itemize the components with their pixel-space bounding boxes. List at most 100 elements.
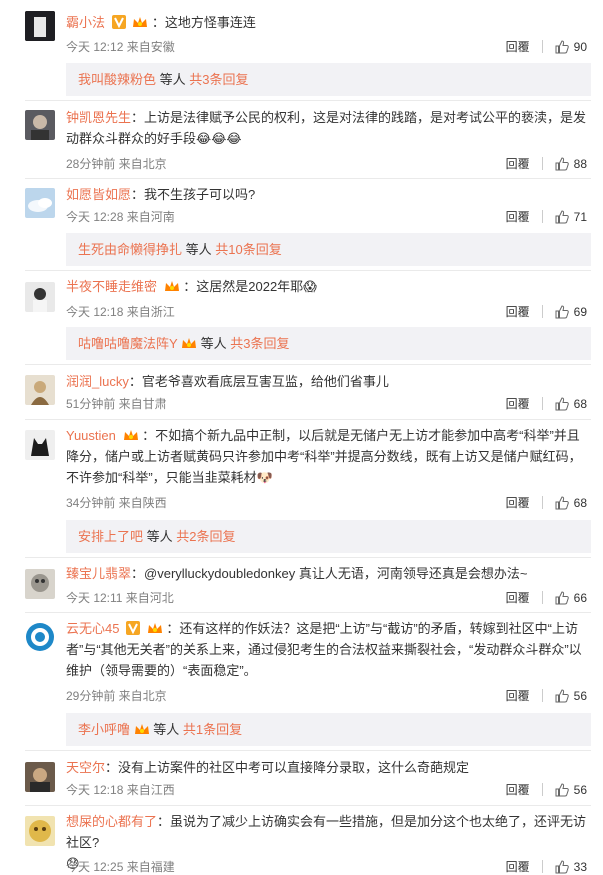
reply-button[interactable]: 回覆 xyxy=(506,858,530,875)
like-button[interactable]: 56 xyxy=(555,689,587,703)
reply-button[interactable]: 回覆 xyxy=(506,494,530,511)
reply-count[interactable]: 共1条回复 xyxy=(183,722,242,737)
username[interactable]: 钟凯恩先生 xyxy=(66,110,131,125)
avatar[interactable] xyxy=(25,762,55,792)
like-count: 71 xyxy=(573,209,587,224)
vip-crown-icon xyxy=(182,338,197,348)
username[interactable]: 霸小法 xyxy=(66,15,105,30)
divider xyxy=(25,270,591,271)
vip-crown-icon xyxy=(164,281,179,291)
username[interactable]: Yuustien xyxy=(66,428,116,443)
comment-text: ：还有这样的作妖法？这是把“上访”与“截访”的矛盾，转嫁到社区中“上访者”与“其… xyxy=(66,621,582,678)
reply-count[interactable]: 共3条回复 xyxy=(189,72,248,87)
reply-suffix: 等人 xyxy=(149,722,183,737)
like-count: 88 xyxy=(573,156,587,171)
avatar[interactable] xyxy=(25,110,55,140)
avatar[interactable] xyxy=(25,11,55,41)
reply-button[interactable]: 回覆 xyxy=(506,208,530,225)
divider xyxy=(25,419,591,420)
comment-text: ：这居然是2022年耶 xyxy=(183,279,304,294)
vip-crown-icon xyxy=(134,724,149,734)
avatar[interactable] xyxy=(25,816,55,846)
like-button[interactable]: 68 xyxy=(555,496,587,510)
avatar[interactable] xyxy=(25,430,55,460)
like-button[interactable]: 56 xyxy=(555,783,587,797)
comment-meta: 今天 12:25 来自福建 xyxy=(66,860,175,874)
comment-meta: 29分钟前 来自北京 xyxy=(66,689,167,703)
reply-count[interactable]: 共10条回复 xyxy=(215,242,281,257)
reply-summary[interactable]: 李小呼噜 等人 共1条回复 xyxy=(66,713,591,746)
like-count: 56 xyxy=(573,782,587,797)
reply-summary[interactable]: 安排上了吧 等人 共2条回复 xyxy=(66,520,591,553)
reply-button[interactable]: 回覆 xyxy=(506,589,530,606)
username[interactable]: 臻宝儿翡翠 xyxy=(66,566,131,581)
reply-suffix: 等人 xyxy=(197,336,231,351)
comment-text: ：上访是法律赋予公民的权利，这是对法律的践踏，是对考试公平的亵渎，是发动群众斗群… xyxy=(66,110,587,146)
comment-meta: 51分钟前 来自甘肃 xyxy=(66,397,167,411)
comment-text: ：@verylluckydoubledonkey 真让人无语，河南领导还真是会想… xyxy=(131,566,528,581)
comment-meta: 今天 12:11 来自河北 xyxy=(66,591,174,605)
reply-names[interactable]: 生死由命懒得挣扎 xyxy=(78,242,182,257)
like-count: 90 xyxy=(573,39,587,54)
reply-summary[interactable]: 咕噜咕噜魔法阵Y 等人 共3条回复 xyxy=(66,327,591,360)
reply-count[interactable]: 共2条回复 xyxy=(176,529,235,544)
like-count: 33 xyxy=(573,859,587,874)
reply-button[interactable]: 回覆 xyxy=(506,687,530,704)
reply-count[interactable]: 共3条回复 xyxy=(230,336,289,351)
like-button[interactable]: 69 xyxy=(555,305,587,319)
avatar[interactable] xyxy=(25,622,55,652)
thumbs-up-icon xyxy=(555,688,569,702)
reply-summary[interactable]: 我叫酸辣粉色 等人 共3条回复 xyxy=(66,63,591,96)
divider xyxy=(25,805,591,806)
comment-text: ：我不生孩子可以吗? xyxy=(131,187,256,202)
thumbs-up-icon xyxy=(555,590,569,604)
reply-suffix: 等人 xyxy=(182,242,216,257)
reply-button[interactable]: 回覆 xyxy=(506,155,530,172)
comment-meta: 今天 12:18 来自浙江 xyxy=(66,305,175,319)
divider xyxy=(25,612,591,613)
reply-button[interactable]: 回覆 xyxy=(506,38,530,55)
reply-names[interactable]: 咕噜咕噜魔法阵Y xyxy=(78,336,177,351)
username[interactable]: 想屎的心都有了 xyxy=(66,814,157,829)
thumbs-up-icon xyxy=(555,782,569,796)
reply-button[interactable]: 回覆 xyxy=(506,781,530,798)
reply-button[interactable]: 回覆 xyxy=(506,395,530,412)
username[interactable]: 半夜不睡走维密 xyxy=(66,279,157,294)
like-count: 68 xyxy=(573,396,587,411)
username[interactable]: 如愿皆如愿 xyxy=(66,187,131,202)
thumbs-up-icon xyxy=(555,209,569,223)
verified-v-icon xyxy=(111,15,126,29)
thumbs-up-icon xyxy=(555,396,569,410)
reply-names[interactable]: 我叫酸辣粉色 xyxy=(78,72,156,87)
dog-emoji-icon: 🐶 xyxy=(256,470,273,485)
like-button[interactable]: 90 xyxy=(555,40,587,54)
like-count: 66 xyxy=(573,590,587,605)
like-button[interactable]: 33 xyxy=(555,860,587,874)
username[interactable]: 云无心45 xyxy=(66,621,119,636)
username[interactable]: 润润_lucky xyxy=(66,374,129,389)
username[interactable]: 天空尔 xyxy=(66,760,105,775)
reply-suffix: 等人 xyxy=(143,529,177,544)
comment-meta: 今天 12:18 来自江西 xyxy=(66,783,175,797)
comment-text: ：没有上访案件的社区中考可以直接降分录取，这什么奇葩规定 xyxy=(105,760,470,775)
like-button[interactable]: 68 xyxy=(555,397,587,411)
reply-button[interactable]: 回覆 xyxy=(506,303,530,320)
avatar[interactable] xyxy=(25,569,55,599)
comment-meta: 今天 12:28 来自河南 xyxy=(66,210,175,224)
like-count: 68 xyxy=(573,495,587,510)
like-button[interactable]: 66 xyxy=(555,591,587,605)
divider xyxy=(25,750,591,751)
divider xyxy=(25,100,591,101)
like-button[interactable]: 71 xyxy=(555,210,587,224)
avatar[interactable] xyxy=(25,188,55,218)
thumbs-up-icon xyxy=(555,495,569,509)
avatar[interactable] xyxy=(25,282,55,312)
reply-names[interactable]: 李小呼噜 xyxy=(78,722,130,737)
thumbs-up-icon xyxy=(555,156,569,170)
reply-names[interactable]: 安排上了吧 xyxy=(78,529,143,544)
like-button[interactable]: 88 xyxy=(555,157,587,171)
vip-crown-icon xyxy=(123,430,138,440)
avatar[interactable] xyxy=(25,375,55,405)
shocked-emoji-icon: 😱 xyxy=(303,279,317,294)
reply-summary[interactable]: 生死由命懒得挣扎 等人 共10条回复 xyxy=(66,233,591,266)
